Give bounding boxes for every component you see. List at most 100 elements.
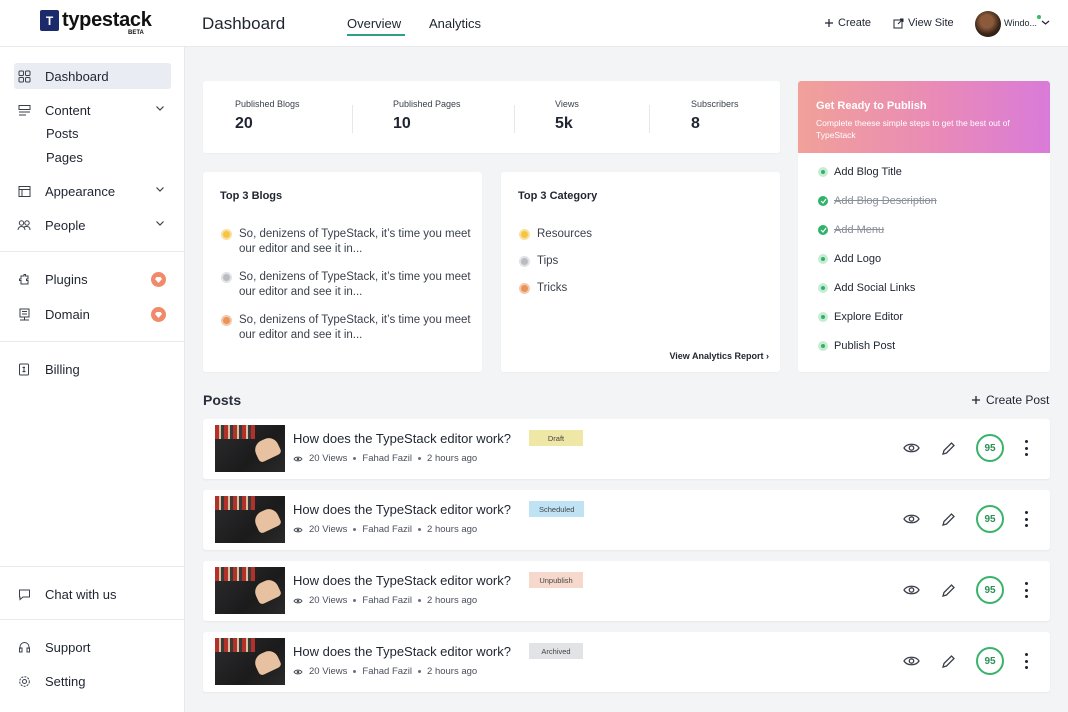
post-views: 20 Views (309, 453, 348, 464)
sidebar-item-domain[interactable]: Domain (14, 301, 171, 327)
post-meta: 20 Views Fahad Fazil 2 hours ago (293, 453, 477, 464)
edit-pencil-icon[interactable] (939, 581, 957, 599)
sidebar-subitem-posts[interactable]: Posts (46, 126, 79, 141)
sidebar: Dashboard Content Posts Pages Appearance… (0, 47, 185, 712)
user-name[interactable]: Windo... (1004, 18, 1037, 28)
sidebar-item-dashboard[interactable]: Dashboard (14, 63, 171, 89)
edit-pencil-icon[interactable] (939, 439, 957, 457)
step-add-blog-title[interactable]: Add Blog Title (818, 166, 902, 178)
tab-analytics[interactable]: Analytics (429, 16, 481, 31)
publish-subtitle: Complete theese simple steps to get the … (816, 118, 1010, 140)
edit-pencil-icon[interactable] (939, 652, 957, 670)
edit-pencil-icon[interactable] (939, 510, 957, 528)
step-publish-post[interactable]: Publish Post (818, 340, 895, 352)
post-row[interactable]: How does the TypeStack editor work? Sche… (203, 490, 1050, 550)
publish-checklist-card: Get Ready to Publish Complete theese sim… (798, 81, 1050, 372)
more-options-icon[interactable] (1023, 440, 1029, 456)
view-site-button[interactable]: View Site (893, 17, 954, 29)
sidebar-item-label: People (45, 217, 86, 233)
sidebar-item-appearance[interactable]: Appearance (14, 178, 171, 204)
gold-medal-icon (519, 228, 530, 240)
brand-logo[interactable]: T typestack BETA (40, 10, 152, 36)
preview-eye-icon[interactable] (902, 581, 920, 599)
more-options-icon[interactable] (1023, 511, 1029, 527)
tab-overview[interactable]: Overview (347, 16, 401, 31)
top-blog-item[interactable]: So, denizens of TypeStack, it’s time you… (221, 313, 471, 343)
gear-icon (17, 674, 31, 688)
chevron-down-icon[interactable] (1041, 18, 1050, 27)
eye-icon (293, 669, 303, 674)
category-item[interactable]: Tricks (519, 282, 567, 294)
domain-icon (17, 307, 31, 321)
create-post-label: Create Post (986, 393, 1050, 407)
preview-eye-icon[interactable] (902, 510, 920, 528)
post-row[interactable]: How does the TypeStack editor work? Draf… (203, 419, 1050, 479)
step-label: Publish Post (834, 340, 896, 352)
more-options-icon[interactable] (1023, 653, 1029, 669)
stat-subscribers: Subscribers 8 (691, 99, 739, 133)
category-label: Tricks (537, 282, 568, 294)
post-title[interactable]: How does the TypeStack editor work? (293, 431, 511, 446)
view-analytics-report-link[interactable]: View Analytics Report › (669, 351, 769, 361)
gold-medal-icon (221, 229, 232, 240)
sidebar-item-label: Plugins (45, 271, 88, 287)
create-post-button[interactable]: Create Post (971, 393, 1049, 407)
sidebar-item-people[interactable]: People (14, 212, 171, 238)
post-time: 2 hours ago (427, 453, 478, 464)
post-row[interactable]: How does the TypeStack editor work? Arch… (203, 632, 1050, 692)
step-add-menu[interactable]: Add Menu (818, 224, 884, 236)
beta-label: BETA (128, 30, 144, 36)
top-blog-item[interactable]: So, denizens of TypeStack, it’s time you… (221, 270, 471, 300)
sidebar-item-content[interactable]: Content (14, 97, 171, 123)
stat-divider (352, 105, 353, 133)
eye-icon (293, 456, 303, 461)
top-blog-text: So, denizens of TypeStack, it’s time you… (239, 271, 471, 298)
eye-icon (293, 598, 303, 603)
step-add-social-links[interactable]: Add Social Links (818, 282, 915, 294)
stat-value: 5k (555, 115, 573, 132)
step-label: Add Menu (834, 224, 885, 236)
top-blog-item[interactable]: So, denizens of TypeStack, it’s time you… (221, 227, 471, 257)
chat-icon (17, 587, 31, 601)
preview-eye-icon[interactable] (902, 652, 920, 670)
step-explore-editor[interactable]: Explore Editor (818, 311, 903, 323)
step-label: Add Blog Title (834, 166, 902, 178)
billing-icon (17, 362, 31, 376)
step-add-logo[interactable]: Add Logo (818, 253, 881, 265)
avatar[interactable] (975, 11, 1001, 37)
preview-eye-icon[interactable] (902, 439, 920, 457)
post-row[interactable]: How does the TypeStack editor work? Unpu… (203, 561, 1050, 621)
sidebar-item-label: Domain (45, 306, 90, 322)
step-add-blog-description[interactable]: Add Blog Description (818, 195, 937, 207)
external-link-icon (893, 18, 904, 28)
sidebar-item-plugins[interactable]: Plugins (14, 266, 171, 292)
sidebar-item-billing[interactable]: Billing (14, 356, 171, 382)
bronze-medal-icon (221, 315, 232, 326)
sidebar-item-label: Chat with us (45, 586, 117, 602)
category-item[interactable]: Tips (519, 255, 558, 267)
post-author: Fahad Fazil (362, 595, 413, 606)
stat-divider (514, 105, 515, 133)
seo-score-badge[interactable]: 95 (976, 434, 1004, 462)
post-title[interactable]: How does the TypeStack editor work? (293, 644, 511, 659)
post-thumbnail (215, 496, 285, 543)
sidebar-item-label: Billing (45, 361, 80, 377)
sidebar-item-setting[interactable]: Setting (14, 668, 171, 694)
category-item[interactable]: Resources (519, 228, 592, 240)
post-time: 2 hours ago (427, 595, 478, 606)
seo-score-badge[interactable]: 95 (976, 576, 1004, 604)
post-title[interactable]: How does the TypeStack editor work? (293, 502, 511, 517)
seo-score-badge[interactable]: 95 (976, 647, 1004, 675)
pending-dot-icon (818, 254, 828, 264)
sidebar-item-support[interactable]: Support (14, 634, 171, 660)
sidebar-item-chat[interactable]: Chat with us (14, 581, 171, 607)
seo-score-badge[interactable]: 95 (976, 505, 1004, 533)
create-button[interactable]: Create (824, 17, 871, 29)
pending-dot-icon (818, 312, 828, 322)
more-options-icon[interactable] (1023, 582, 1029, 598)
post-meta: 20 Views Fahad Fazil 2 hours ago (293, 524, 477, 535)
post-title[interactable]: How does the TypeStack editor work? (293, 573, 511, 588)
status-badge: Archived (529, 643, 583, 659)
sidebar-subitem-pages[interactable]: Pages (46, 150, 83, 165)
stat-divider (649, 105, 650, 133)
